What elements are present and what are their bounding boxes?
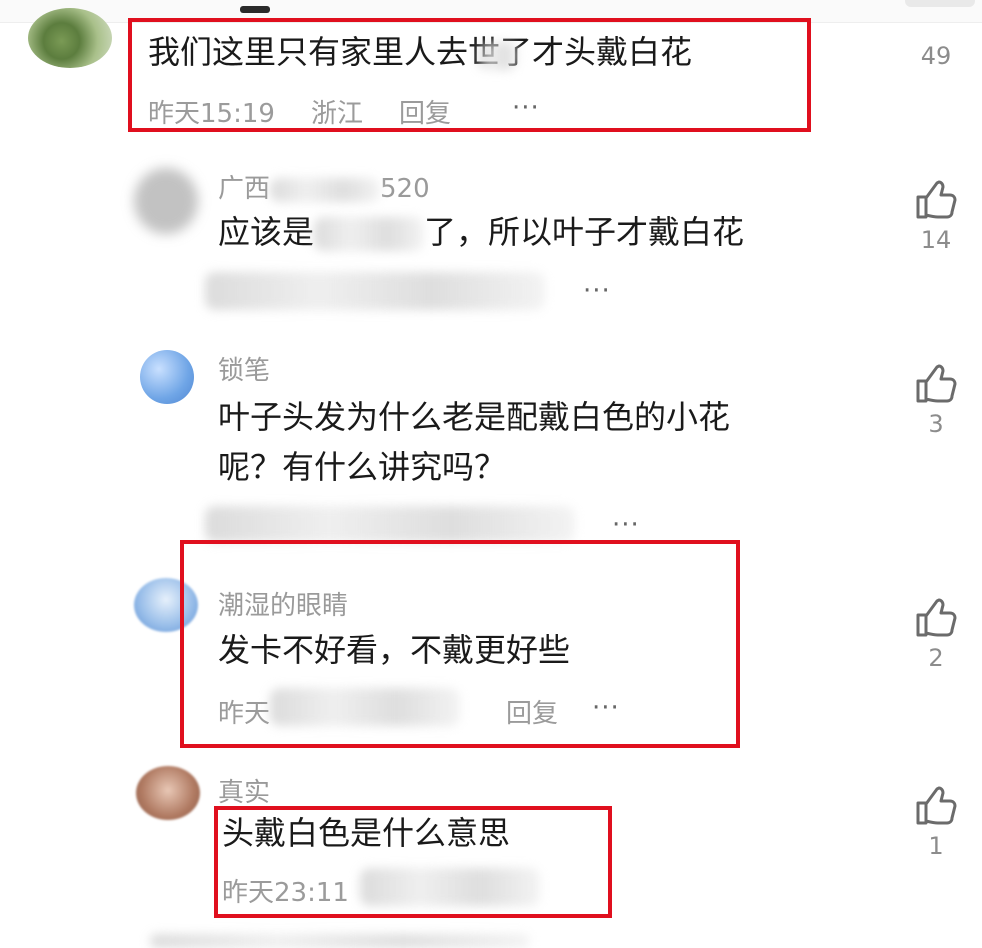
blurred-text xyxy=(314,217,425,251)
more-icon[interactable]: ··· xyxy=(592,693,620,723)
top-bar xyxy=(0,0,982,23)
like-button[interactable]: 49 xyxy=(906,8,966,70)
avatar[interactable] xyxy=(134,578,198,632)
comment-time: 昨天23:11 xyxy=(222,878,349,908)
blurred-text xyxy=(478,42,518,70)
comment-text-end: 了，所以叶子才戴白花 xyxy=(424,213,745,251)
blurred-text xyxy=(150,934,530,948)
comment-author: 广西 520 xyxy=(218,168,430,205)
like-button[interactable]: 3 xyxy=(906,364,966,438)
thumbs-up-icon xyxy=(916,180,957,219)
comment-text: 发卡不好看，不戴更好些 xyxy=(218,631,571,669)
comment-text: 叶子头发为什么老是配戴白色的小花 xyxy=(218,398,731,436)
blurred-meta xyxy=(205,272,545,310)
blurred-meta xyxy=(205,506,575,542)
drag-handle[interactable] xyxy=(240,6,270,13)
avatar[interactable] xyxy=(140,350,194,404)
comment-author: 真实 xyxy=(218,778,271,808)
comment-text-start: 应该是 xyxy=(218,213,315,251)
avatar[interactable] xyxy=(134,168,198,234)
thumbs-up-icon xyxy=(916,598,957,637)
avatar[interactable] xyxy=(136,766,200,820)
thumbs-up-icon xyxy=(916,786,957,825)
comment-text: 我们这里只有家里人去世了才头戴白花 xyxy=(148,33,693,71)
blurred-meta xyxy=(360,868,540,906)
comment-text: 应该是 了，所以叶子才戴白花 xyxy=(218,205,744,259)
reply-button[interactable]: 回复 xyxy=(506,699,558,729)
comment-author: 潮湿的眼睛 xyxy=(218,591,349,621)
like-count: 2 xyxy=(928,644,944,672)
author-name-tail: 520 xyxy=(380,174,430,204)
comment-text: 头戴白色是什么意思 xyxy=(222,814,511,852)
comment-author: 锁笔 xyxy=(218,356,271,386)
like-count: 49 xyxy=(920,42,952,70)
avatar[interactable] xyxy=(28,8,112,68)
blurred-text xyxy=(270,177,381,202)
top-corner xyxy=(905,0,975,7)
more-icon[interactable]: ··· xyxy=(612,510,640,540)
reply-button[interactable]: 回复 xyxy=(399,99,451,129)
like-count: 1 xyxy=(928,832,944,860)
like-count: 14 xyxy=(920,226,952,254)
more-icon[interactable]: ··· xyxy=(512,93,540,123)
more-icon[interactable]: ··· xyxy=(583,276,611,306)
blurred-meta xyxy=(270,688,460,726)
comment-location: 浙江 xyxy=(310,99,363,129)
like-button[interactable]: 14 xyxy=(906,180,966,254)
thumbs-up-icon xyxy=(916,364,957,403)
author-name: 广西 xyxy=(218,174,271,204)
comment-time: 昨天15:19 xyxy=(148,99,275,129)
comment-meta: 昨天15:19 浙江 回复 xyxy=(148,93,487,130)
like-button[interactable]: 2 xyxy=(906,598,966,672)
comment-time: 昨天 xyxy=(218,699,271,729)
like-button[interactable]: 1 xyxy=(906,786,966,860)
like-count: 3 xyxy=(928,410,944,438)
comment-text-line2: 呢？有什么讲究吗？ xyxy=(218,448,507,486)
